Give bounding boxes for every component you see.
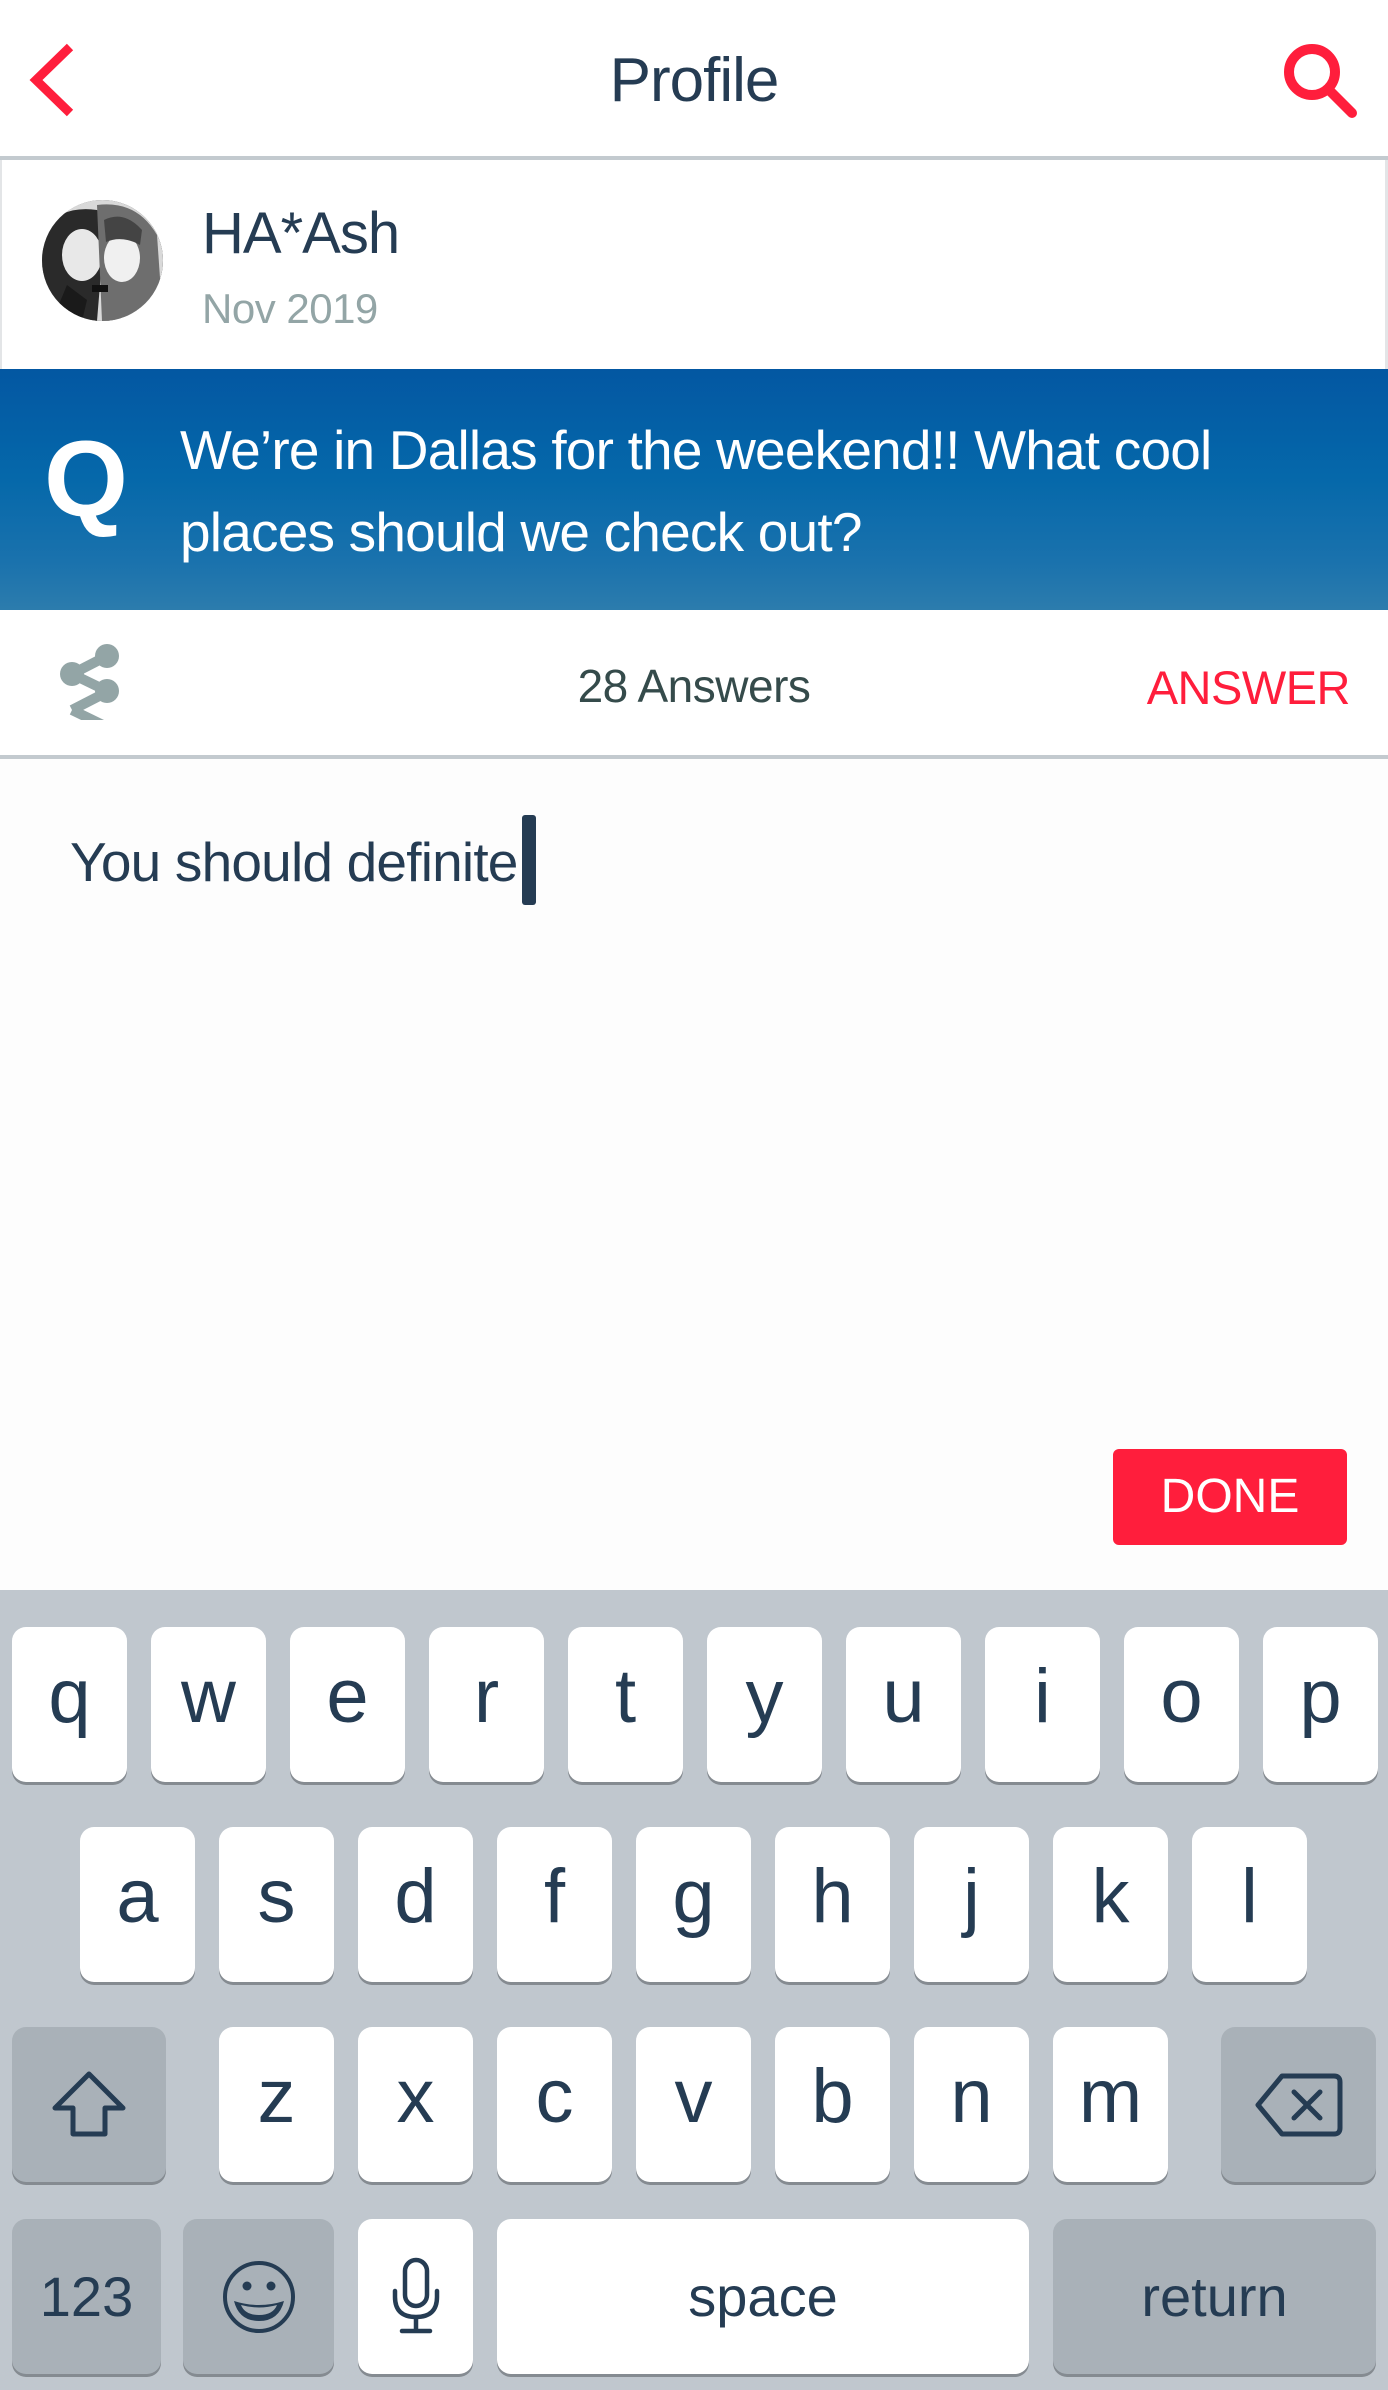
emoji-key[interactable]	[183, 2219, 334, 2374]
emoji-icon	[222, 2260, 295, 2333]
space-key-label: space	[688, 2265, 838, 2328]
post-date: Nov 2019	[202, 285, 378, 332]
search-icon	[1284, 44, 1357, 118]
key-a[interactable]: a	[80, 1827, 195, 1982]
backspace-key[interactable]	[1221, 2027, 1376, 2182]
return-key-label: return	[1141, 2265, 1288, 2328]
key-c[interactable]: c	[497, 2027, 612, 2182]
nav-header: Profile	[0, 0, 1388, 157]
key-label: z	[257, 2054, 296, 2139]
answer-input[interactable]: You should definite	[70, 807, 536, 917]
question-text: We’re in Dallas for the weekend!! What c…	[180, 419, 1212, 563]
key-k[interactable]: k	[1053, 1827, 1168, 1982]
key-label: x	[396, 2054, 435, 2139]
key-label: q	[48, 1654, 91, 1739]
key-v[interactable]: v	[636, 2027, 751, 2182]
done-button[interactable]: DONE	[1113, 1449, 1347, 1545]
key-label: e	[326, 1654, 369, 1739]
key-z[interactable]: z	[219, 2027, 334, 2182]
action-bar: 28 Answers ANSWER	[0, 610, 1388, 756]
key-o[interactable]: o	[1124, 1627, 1239, 1782]
key-i[interactable]: i	[985, 1627, 1100, 1782]
key-g[interactable]: g	[636, 1827, 751, 1982]
microphone-icon	[392, 2257, 439, 2333]
shift-key[interactable]	[12, 2027, 166, 2182]
key-n[interactable]: n	[914, 2027, 1029, 2182]
shift-icon	[52, 2071, 126, 2136]
key-label: n	[950, 2054, 993, 2139]
keyboard: q w e r t y u i o p a s d f g h j k l z x c v b nm 123 space r…	[0, 1590, 1388, 2390]
key-label: t	[614, 1654, 637, 1739]
key-label: j	[963, 1854, 980, 1939]
backspace-icon	[1255, 2073, 1342, 2136]
key-b[interactable]: b	[775, 2027, 890, 2182]
key-label: c	[535, 2054, 574, 2139]
space-key[interactable]: space	[497, 2219, 1029, 2374]
numbers-key[interactable]: 123	[12, 2219, 161, 2374]
answer-button[interactable]: ANSWER	[1130, 660, 1351, 716]
key-label: i	[1034, 1654, 1051, 1739]
key-label: b	[811, 2054, 854, 2139]
answer-text: You should definite	[70, 831, 518, 893]
key-u[interactable]: u	[846, 1627, 961, 1782]
key-label: a	[116, 1854, 159, 1939]
key-s[interactable]: s	[219, 1827, 334, 1982]
answer-editor[interactable]: You should definite DONE	[0, 759, 1388, 1590]
key-f[interactable]: f	[497, 1827, 612, 1982]
key-label: p	[1299, 1654, 1342, 1739]
key-q[interactable]: q	[12, 1627, 127, 1782]
key-label: y	[745, 1654, 784, 1739]
key-t[interactable]: t	[568, 1627, 683, 1782]
key-label: d	[394, 1854, 437, 1939]
key-r[interactable]: r	[429, 1627, 544, 1782]
key-label: g	[672, 1854, 715, 1939]
return-key[interactable]: return	[1053, 2219, 1376, 2374]
key-x[interactable]: x	[358, 2027, 473, 2182]
numbers-key-label: 123	[39, 2265, 134, 2328]
microphone-key[interactable]	[358, 2219, 473, 2374]
key-label: u	[882, 1654, 925, 1739]
text-caret	[521, 815, 536, 906]
key-e[interactable]: e	[290, 1627, 405, 1782]
key-d[interactable]: d	[358, 1827, 473, 1982]
key-label: f	[543, 1854, 566, 1939]
page-title: Profile	[609, 46, 780, 115]
key-j[interactable]: j	[914, 1827, 1029, 1982]
user-name[interactable]: HA*Ash	[202, 202, 400, 266]
profile-row: HA*Ash Nov 2019	[0, 160, 1388, 369]
key-label: o	[1160, 1654, 1203, 1739]
avatar-photo	[42, 200, 163, 321]
key-p[interactable]: p	[1263, 1627, 1378, 1782]
key-m[interactable]: m	[1053, 2027, 1168, 2182]
key-label: v	[674, 2054, 713, 2139]
key-label: r	[473, 1654, 500, 1739]
search-button[interactable]	[1270, 35, 1370, 125]
key-h[interactable]: h	[775, 1827, 890, 1982]
key-label: w	[181, 1654, 236, 1739]
key-y[interactable]: y	[707, 1627, 822, 1782]
key-label: l	[1241, 1854, 1258, 1939]
key-w[interactable]: w	[151, 1627, 266, 1782]
key-label: k	[1091, 1854, 1130, 1939]
key-label: m	[1078, 2054, 1143, 2139]
avatar[interactable]	[42, 200, 163, 321]
question-banner: Q We’re in Dallas for the weekend!! What…	[0, 369, 1388, 610]
question-marker: Q	[44, 418, 129, 539]
key-label: h	[811, 1854, 854, 1939]
key-label: s	[257, 1854, 296, 1939]
key-l[interactable]: l	[1192, 1827, 1307, 1982]
